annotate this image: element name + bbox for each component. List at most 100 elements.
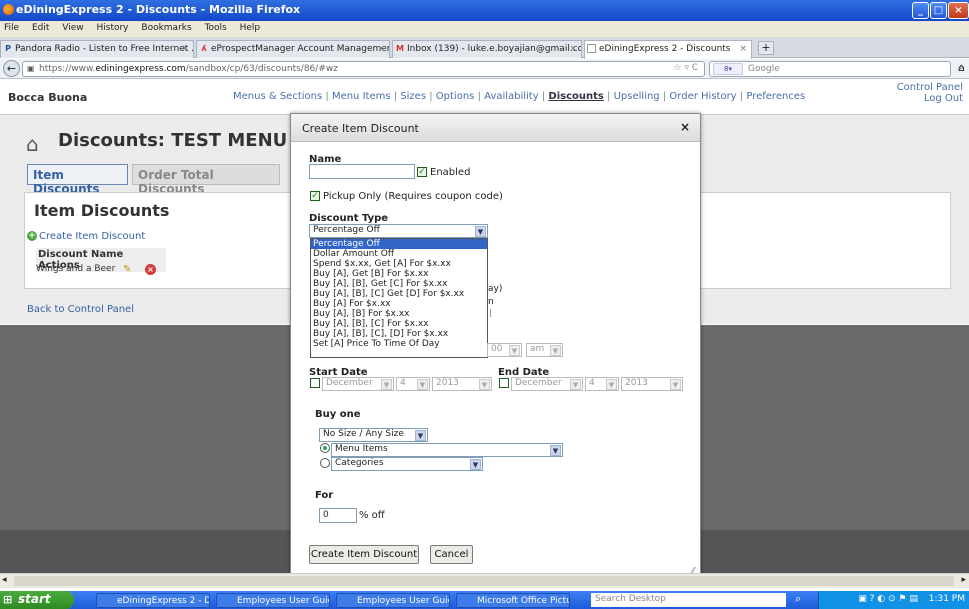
menu-file[interactable]: File <box>4 23 19 33</box>
create-item-discount-link[interactable]: Create Item Discount <box>39 231 145 242</box>
option-buy-a-get-b[interactable]: Buy [A], Get [B] For $x.xx <box>311 269 487 279</box>
start-year-select[interactable]: 2013 ▼ <box>432 377 492 391</box>
option-buy-ab-for[interactable]: Buy [A], [B] For $x.xx <box>311 309 487 319</box>
percent-off-label: % off <box>359 510 385 521</box>
taskbar-item-employees-1[interactable]: Employees User Guid... <box>216 593 330 608</box>
pickup-only-label: Pickup Only (Requires coupon code) <box>323 191 503 202</box>
option-percentage-off[interactable]: Percentage Off <box>311 239 487 249</box>
discount-type-label: Discount Type <box>309 213 389 224</box>
end-year-select[interactable]: 2013 ▼ <box>621 377 683 391</box>
time-minute-select[interactable]: 00 ▼ <box>487 343 522 357</box>
menu-items-select[interactable]: Menu Items ▼ <box>331 443 563 457</box>
taskbar-item-employees-2[interactable]: Employees User Guid... <box>336 593 450 608</box>
control-panel-link[interactable]: Control Panel <box>897 82 963 93</box>
tab-pandora[interactable]: P Pandora Radio - Listen to Free Interne… <box>0 40 194 58</box>
google-icon[interactable]: 8▾ <box>713 63 743 75</box>
menu-items-radio[interactable] <box>320 443 330 453</box>
nav-sizes[interactable]: Sizes <box>400 91 426 102</box>
nav-upselling[interactable]: Upselling <box>614 91 660 102</box>
option-buy-a-for[interactable]: Buy [A] For $x.xx <box>311 299 487 309</box>
option-buy-abc-get-d[interactable]: Buy [A], [B], [C] Get [D] For $x.xx <box>311 289 487 299</box>
start-day-select[interactable]: 4 ▼ <box>396 377 430 391</box>
nav-order-history[interactable]: Order History <box>669 91 736 102</box>
hidden-text-fragment: ay) <box>488 284 503 294</box>
close-icon[interactable]: × <box>680 120 690 134</box>
logout-link[interactable]: Log Out <box>897 93 963 104</box>
option-buy-abc-for[interactable]: Buy [A], [B], [C] For $x.xx <box>311 319 487 329</box>
nav-preferences[interactable]: Preferences <box>746 91 805 102</box>
chevron-down-icon: ▼ <box>550 345 561 356</box>
option-buy-ab-get-c[interactable]: Buy [A], [B], Get [C] For $x.xx <box>311 279 487 289</box>
tab-order-total-discounts[interactable]: Order Total Discounts <box>132 164 280 196</box>
time-ampm-select[interactable]: am ▼ <box>526 343 563 357</box>
tab-close-icon[interactable]: × <box>377 44 385 54</box>
scroll-left-icon[interactable]: ◂ <box>2 575 7 585</box>
tab-label: Pandora Radio - Listen to Free Internet … <box>15 44 194 54</box>
name-input[interactable] <box>309 164 415 179</box>
minimize-button[interactable]: _ <box>912 2 929 19</box>
search-icon[interactable]: ⌕ <box>795 592 801 606</box>
option-buy-abcd-for[interactable]: Buy [A], [B], [C], [D] For $x.xx <box>311 329 487 339</box>
menu-view[interactable]: View <box>62 23 83 33</box>
categories-select[interactable]: Categories ▼ <box>331 457 483 471</box>
nav-discounts[interactable]: Discounts <box>548 91 603 102</box>
tab-eprospect[interactable]: ʎ eProspectManager Account Management × <box>196 40 390 58</box>
create-item-discount-button[interactable]: Create Item Discount <box>309 545 419 564</box>
size-select[interactable]: No Size / Any Size ▼ <box>319 428 428 442</box>
categories-radio[interactable] <box>320 458 330 468</box>
star-icon[interactable]: ☆ ▿ C <box>673 63 698 73</box>
new-tab-button[interactable]: + <box>758 41 774 55</box>
start-date-checkbox[interactable] <box>310 378 320 388</box>
chevron-down-icon: ▼ <box>550 445 561 456</box>
start-month-select[interactable]: December ▼ <box>322 377 394 391</box>
delete-icon[interactable]: × <box>145 264 156 275</box>
page-icon <box>587 44 596 53</box>
option-spend-get-a[interactable]: Spend $x.xx, Get [A] For $x.xx <box>311 259 487 269</box>
end-date-checkbox[interactable] <box>499 378 509 388</box>
tab-close-icon[interactable]: × <box>569 44 577 54</box>
nav-menus-sections[interactable]: Menus & Sections <box>233 91 322 102</box>
end-day-select[interactable]: 4 ▼ <box>585 377 619 391</box>
nav-options[interactable]: Options <box>436 91 475 102</box>
back-to-control-panel-link[interactable]: Back to Control Panel <box>27 304 134 315</box>
tab-ediningexpress[interactable]: eDiningExpress 2 - Discounts × <box>584 40 752 59</box>
search-box[interactable]: 8▾ Google ⌕ <box>709 61 964 77</box>
discount-amount-input[interactable]: 0 <box>319 508 357 523</box>
system-tray: ▣ ? ◐ ⊙ ⚑ ▤ 1:31 PM <box>818 591 969 609</box>
edit-icon[interactable]: ✎ <box>123 264 131 275</box>
maximize-button[interactable]: □ <box>930 2 947 19</box>
url-bar[interactable]: ▣ https://www.ediningexpress.com/sandbox… <box>22 61 705 77</box>
scroll-right-icon[interactable]: ▸ <box>961 575 966 585</box>
taskbar-item-firefox[interactable]: eDiningExpress 2 - Di... <box>96 593 210 608</box>
tray-icons[interactable]: ▣ ? ◐ ⊙ ⚑ ▤ <box>858 594 918 604</box>
menu-history[interactable]: History <box>96 23 128 33</box>
menu-bookmarks[interactable]: Bookmarks <box>141 23 191 33</box>
option-dollar-amount-off[interactable]: Dollar Amount Off <box>311 249 487 259</box>
menu-edit[interactable]: Edit <box>32 23 49 33</box>
nav-availability[interactable]: Availability <box>484 91 539 102</box>
home-icon[interactable]: ⌂ <box>958 61 965 74</box>
cancel-button[interactable]: Cancel <box>430 545 473 564</box>
nav-menu-items[interactable]: Menu Items <box>332 91 391 102</box>
discount-type-select[interactable]: Percentage Off ▼ <box>309 224 488 238</box>
clock: 1:31 PM <box>928 594 965 604</box>
close-window-button[interactable]: × <box>948 2 969 19</box>
enabled-checkbox[interactable]: ✓ <box>417 167 427 177</box>
start-button[interactable]: ⊞ start <box>0 591 74 609</box>
desktop-search-input[interactable]: Search Desktop <box>591 593 786 607</box>
option-set-price-time-of-day[interactable]: Set [A] Price To Time Of Day <box>311 339 487 349</box>
discount-type-dropdown[interactable]: Percentage Off Dollar Amount Off Spend $… <box>310 238 488 358</box>
tab-gmail[interactable]: M Inbox (139) - luke.e.boyajian@gmail.co… <box>392 40 582 58</box>
add-icon[interactable]: + <box>27 231 37 241</box>
back-button[interactable]: ← <box>3 60 20 77</box>
menu-help[interactable]: Help <box>240 23 261 33</box>
tab-close-icon[interactable]: × <box>739 44 747 54</box>
horizontal-scrollbar[interactable]: ◂ ▸ <box>0 573 969 588</box>
taskbar-item-office-picture[interactable]: Microsoft Office Pictu... <box>456 593 570 608</box>
menu-tools[interactable]: Tools <box>205 23 227 33</box>
tab-close-icon[interactable]: × <box>181 44 189 54</box>
scroll-thumb[interactable] <box>14 576 954 586</box>
pickup-only-checkbox[interactable]: ✓ <box>310 191 320 201</box>
end-month-select[interactable]: December ▼ <box>511 377 583 391</box>
tab-item-discounts[interactable]: Item Discounts <box>27 164 128 196</box>
